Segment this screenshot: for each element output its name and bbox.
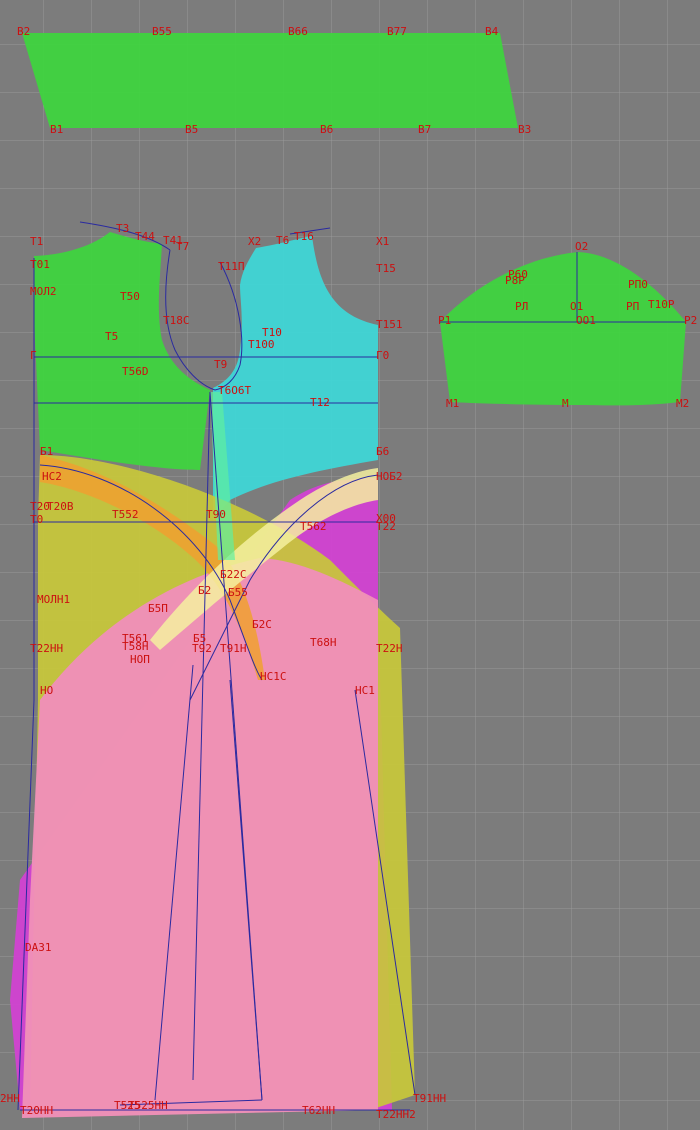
point-label: T58H <box>122 640 149 653</box>
point-label: PП <box>626 300 639 313</box>
point-label: DA31 <box>25 941 52 954</box>
point-label: P1 <box>438 314 451 327</box>
point-label: X1 <box>376 235 389 248</box>
point-label: B1 <box>50 123 63 136</box>
point-label: Г0 <box>376 349 389 362</box>
point-label: T18C <box>163 314 190 327</box>
point-label: Б5П <box>148 602 168 615</box>
point-label: P8P <box>505 274 525 287</box>
point-label: HO <box>40 684 53 697</box>
point-label: HC1 <box>355 684 375 697</box>
point-label: T15 <box>376 262 396 275</box>
point-label: МОЛН1 <box>37 593 70 606</box>
point-label: T6 <box>276 234 289 247</box>
point-label: Б55 <box>228 586 248 599</box>
point-label: T20B <box>47 500 74 513</box>
point-label: T7 <box>176 240 189 253</box>
point-label: T91H <box>220 642 247 655</box>
point-label: T92 <box>192 642 212 655</box>
point-label: B7 <box>418 123 431 136</box>
point-label: 2HH <box>0 1092 20 1105</box>
point-label: МОЛ2 <box>30 285 57 298</box>
point-label: P2 <box>684 314 697 327</box>
point-label: T91HH <box>413 1092 446 1105</box>
point-label: M1 <box>446 397 459 410</box>
point-label: T62HH <box>302 1104 335 1117</box>
point-label: B5 <box>185 123 198 136</box>
point-label: T552 <box>112 508 139 521</box>
point-label: X2 <box>248 235 261 248</box>
pattern-canvas[interactable]: B2 B55 B66 B77 B4 B1 B5 B6 B7 B3 T1 T3 T… <box>0 0 700 1130</box>
point-label: B3 <box>518 123 531 136</box>
point-label: Б1 <box>40 445 53 458</box>
point-label: T50 <box>120 290 140 303</box>
point-label: B55 <box>152 25 172 38</box>
point-label: Б2С <box>252 618 272 631</box>
point-label: Г <box>30 349 37 362</box>
point-label: Б6 <box>376 445 389 458</box>
point-label: T562 <box>300 520 327 533</box>
belt-piece[interactable] <box>22 33 518 128</box>
point-label: X00 <box>376 512 396 525</box>
point-label: T56D <box>122 365 149 378</box>
point-label: T22HH2 <box>376 1108 416 1121</box>
point-label: T01 <box>30 258 50 271</box>
point-label: T20HH <box>20 1104 53 1117</box>
point-label: НОП <box>130 653 150 666</box>
point-label: T3 <box>116 222 129 235</box>
point-label: T12 <box>310 396 330 409</box>
point-label: T6O6T <box>218 384 251 397</box>
point-label: Б22С <box>220 568 247 581</box>
point-label: PП0 <box>628 278 648 291</box>
point-label: OO1 <box>576 314 596 327</box>
point-label: T90 <box>206 508 226 521</box>
point-label: T5 <box>105 330 118 343</box>
point-label: B2 <box>17 25 30 38</box>
point-label: HC2 <box>42 470 62 483</box>
point-label: O2 <box>575 240 588 253</box>
point-label: T16 <box>294 230 314 243</box>
point-label: M <box>562 397 569 410</box>
point-label: T22HH <box>30 642 63 655</box>
point-label: M2 <box>676 397 689 410</box>
point-label: B66 <box>288 25 308 38</box>
point-label: HOБ2 <box>376 470 403 483</box>
point-label: T22H <box>376 642 403 655</box>
point-label: PЛ <box>515 300 528 313</box>
point-label: T0 <box>30 513 43 526</box>
point-label: T151 <box>376 318 403 331</box>
point-label: Б2 <box>198 584 211 597</box>
point-label: B77 <box>387 25 407 38</box>
point-label: HC1C <box>260 670 287 683</box>
point-label: T100 <box>248 338 275 351</box>
point-label: B6 <box>320 123 333 136</box>
point-label: T10P <box>648 298 675 311</box>
point-label: T44 <box>135 230 155 243</box>
point-label: T68H <box>310 636 337 649</box>
point-label: T1 <box>30 235 43 248</box>
point-label: B4 <box>485 25 499 38</box>
point-label: T9 <box>214 358 227 371</box>
point-label: O1 <box>570 300 583 313</box>
point-label: T525HH <box>128 1099 168 1112</box>
point-label: T11П <box>218 260 245 273</box>
